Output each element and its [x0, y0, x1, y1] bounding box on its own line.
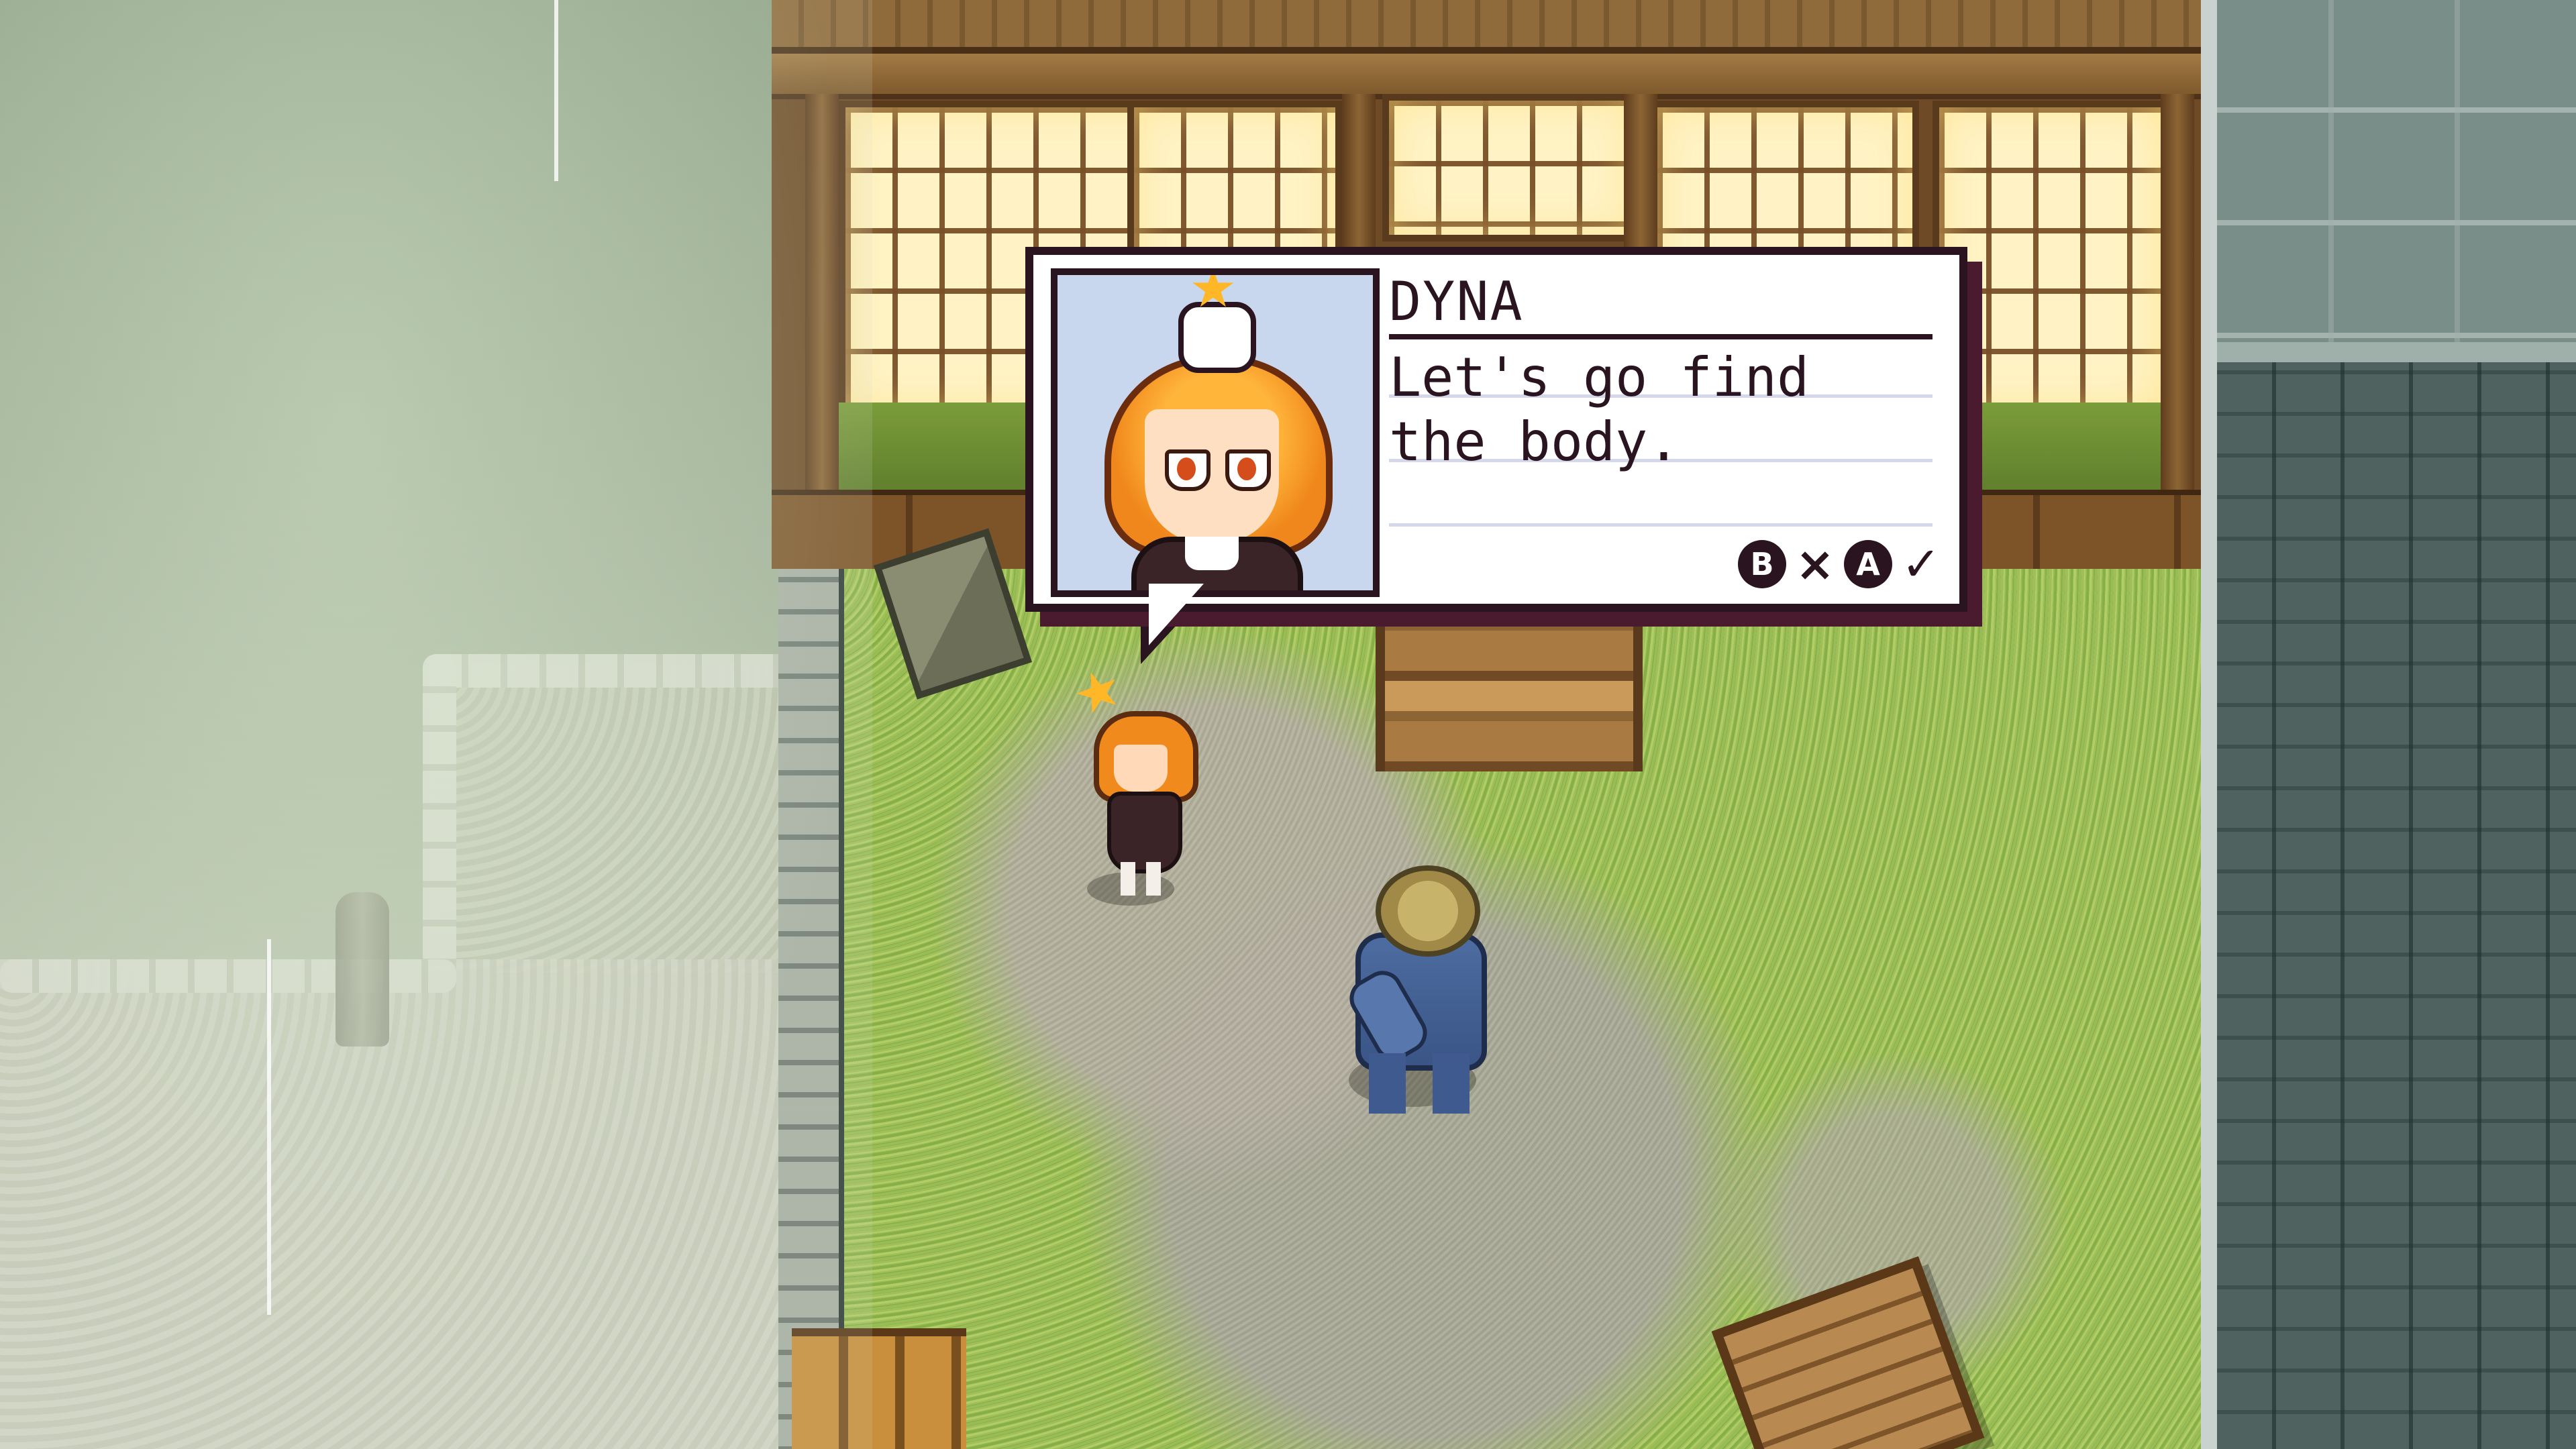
- right-building-roof: [2208, 0, 2576, 362]
- dialog-box[interactable]: ★ DYNA Let's go find the body. B × A ✓: [1025, 247, 1967, 612]
- wooden-steps: [1376, 590, 1643, 771]
- dyna-sprite: ★: [1064, 654, 1201, 906]
- a-button-icon[interactable]: A: [1844, 540, 1892, 588]
- shoji-window-right: [1933, 101, 2167, 416]
- dialog-text: Let's go find the body.: [1389, 346, 1842, 473]
- b-button-icon[interactable]: B: [1738, 540, 1786, 588]
- confirm-icon: ✓: [1901, 537, 1941, 592]
- guard-legs: [1369, 1053, 1470, 1114]
- game-scene: ★ ★ DYNA Let's go find the body. B × A ✓: [0, 0, 2576, 1449]
- button-prompts: B × A ✓: [1738, 537, 1945, 592]
- portrait-eye-left: [1165, 449, 1210, 491]
- shoji-window-center: [1382, 94, 1637, 241]
- right-building-edge: [2201, 0, 2217, 1449]
- roof-edge: [772, 0, 2208, 54]
- speaker-underline: [1389, 334, 1933, 339]
- portrait-eye-right: [1225, 449, 1271, 491]
- dyna-face: [1114, 745, 1168, 792]
- guard-arm: [1342, 963, 1435, 1068]
- roof-beam: [772, 54, 2208, 99]
- guard-sprite: [1329, 859, 1503, 1127]
- cancel-icon: ×: [1795, 537, 1835, 592]
- dialog-tail-inner: [1149, 584, 1204, 645]
- star-icon: ★: [1189, 268, 1237, 319]
- dyna-legs: [1121, 862, 1161, 896]
- rain-streak: [267, 939, 271, 1315]
- speaker-portrait: ★: [1051, 268, 1380, 597]
- rain-streak: [554, 0, 558, 181]
- star-icon: ★: [1064, 653, 1131, 729]
- speaker-name: DYNA: [1389, 270, 1524, 333]
- portrait-collar: [1185, 537, 1239, 570]
- text-line-rule: [1389, 523, 1933, 527]
- dyna-body: [1107, 792, 1182, 873]
- guard-hat: [1376, 865, 1480, 957]
- fog-overlay: [0, 0, 872, 1449]
